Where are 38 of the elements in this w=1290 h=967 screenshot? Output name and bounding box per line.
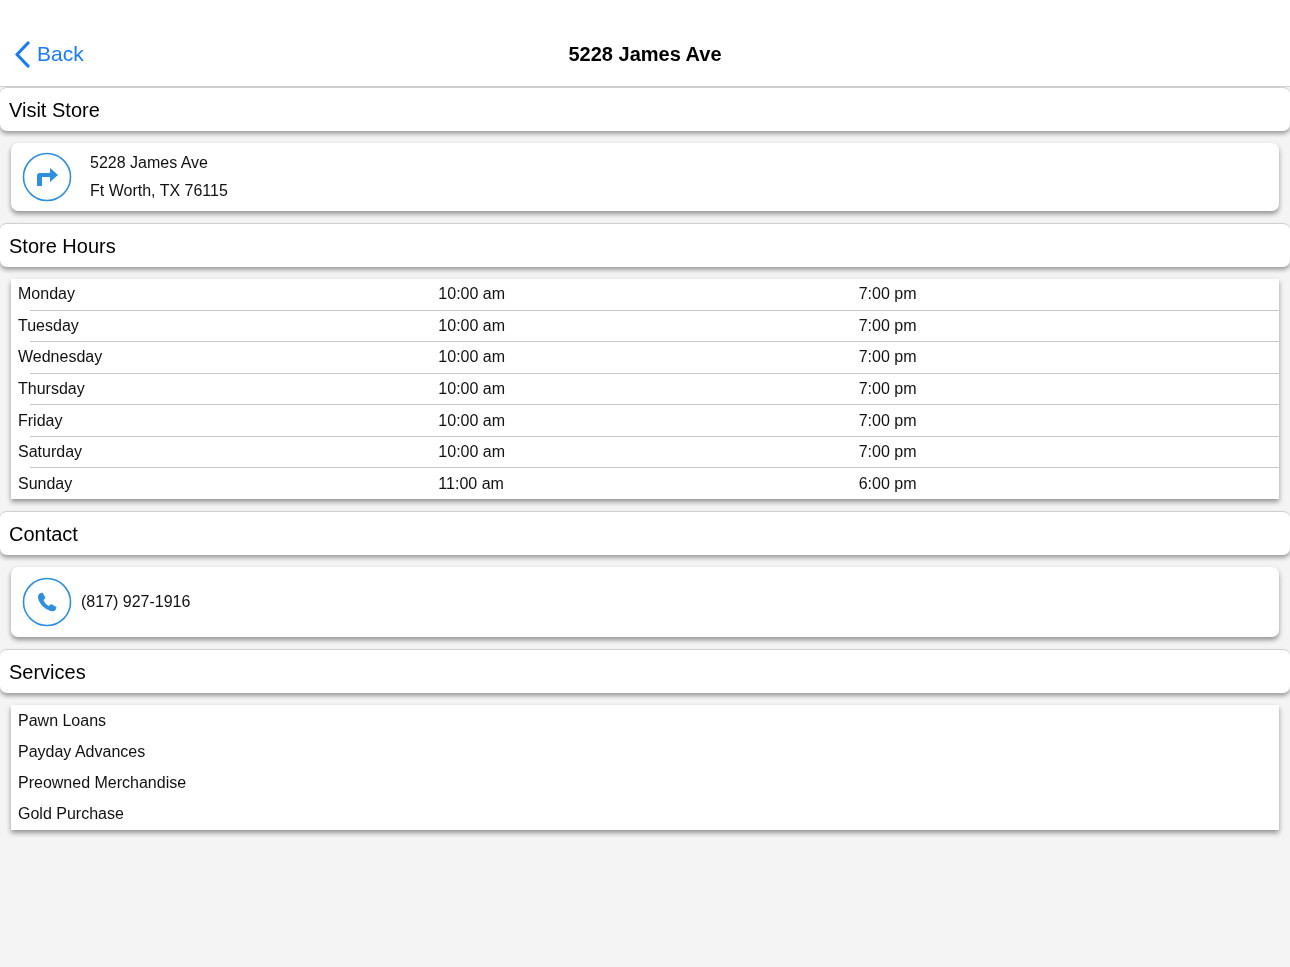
open-time-cell-text: 10:00 am	[438, 410, 506, 431]
section-title: Store Hours	[9, 233, 116, 259]
day-cell-text: Sunday	[18, 473, 73, 494]
open-time-cell-text: 10:00 am	[438, 379, 506, 399]
back-button[interactable]: Back	[14, 40, 84, 68]
day-cell-text: Wednesday	[18, 347, 103, 368]
section-title: Services	[9, 659, 86, 685]
day-cell-text: Thursday	[18, 379, 85, 399]
close-time-cell-text: 7:00 pm	[858, 284, 917, 305]
address-line: 5228 James Ave	[90, 153, 209, 173]
open-time-cell-text: 11:00 am	[438, 473, 504, 494]
service-item: Preowned Merchandise	[18, 773, 187, 794]
open-time-cell-text: 10:00 am	[438, 284, 506, 305]
page-title: 5228 James Ave	[568, 42, 722, 67]
day-cell-text: Tuesday	[18, 315, 79, 336]
phone-card[interactable]: (817) 927-1916	[11, 567, 1279, 637]
close-time-cell-text: 7:00 pm	[858, 410, 917, 431]
address-card[interactable]: 5228 James Ave Ft Worth, TX 76115	[11, 143, 1279, 211]
section-title: Contact	[9, 521, 78, 547]
day-cell-text: Friday	[18, 410, 63, 431]
day-cell-text: Saturday	[18, 442, 83, 463]
open-time-cell-text: 10:00 am	[438, 315, 506, 336]
close-time-cell-text: 7:00 pm	[858, 347, 917, 368]
chevron-left-icon	[14, 40, 31, 68]
close-time-cell-text: 7:00 pm	[858, 379, 917, 399]
service-item: Payday Advances	[18, 741, 146, 762]
close-time-cell-text: 7:00 pm	[858, 315, 917, 336]
day-cell-text: Monday	[18, 284, 75, 305]
open-time-cell-text: 10:00 am	[438, 347, 506, 368]
phone-icon[interactable]	[22, 577, 72, 627]
service-item: Gold Purchase	[18, 804, 124, 825]
address-line: Ft Worth, TX 76115	[90, 181, 228, 201]
close-time-cell-text: 6:00 pm	[858, 473, 917, 494]
close-time-cell-text: 7:00 pm	[858, 442, 917, 463]
phone-number: (817) 927-1916	[81, 592, 191, 612]
service-item: Pawn Loans	[18, 710, 107, 731]
open-time-cell-text: 10:00 am	[438, 442, 506, 463]
section-title: Visit Store	[9, 97, 100, 123]
